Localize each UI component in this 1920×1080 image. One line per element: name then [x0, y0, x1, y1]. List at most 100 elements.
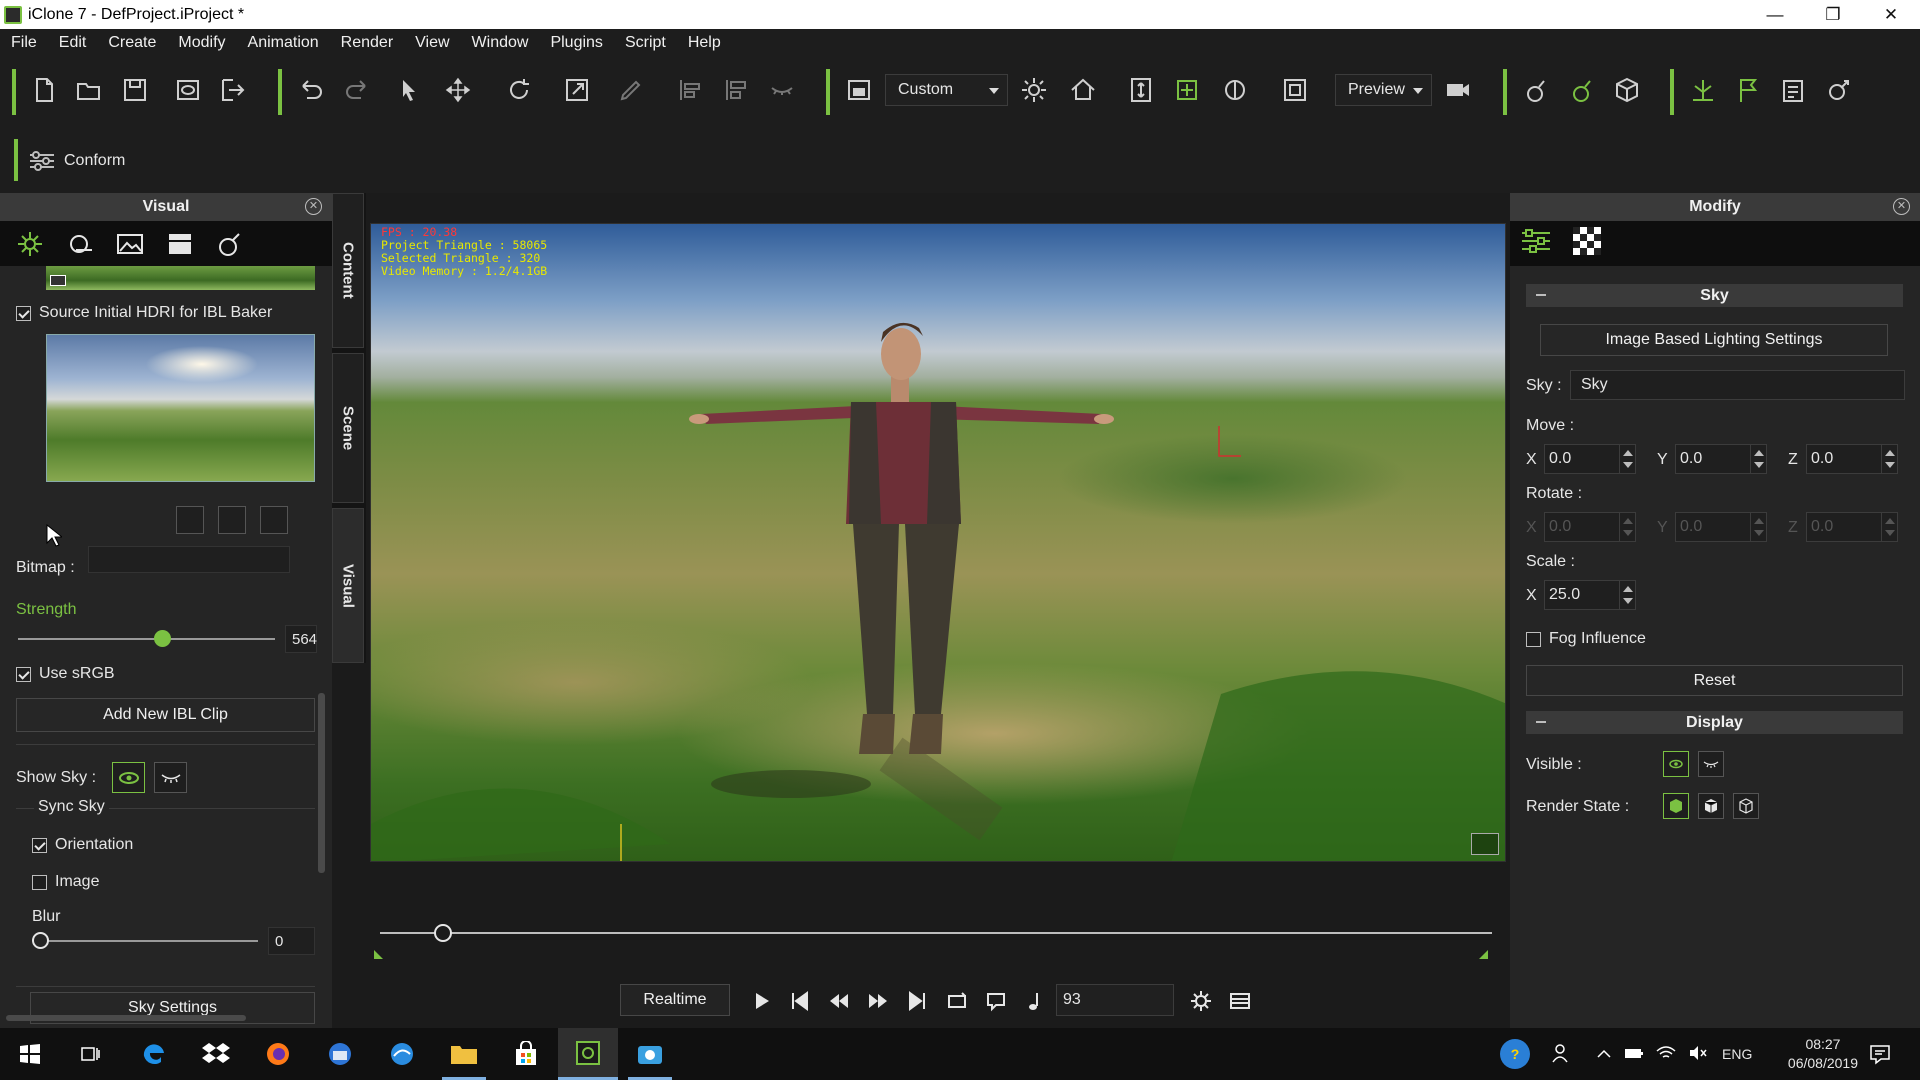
- windows-start-icon[interactable]: [0, 1028, 60, 1080]
- orbit-icon[interactable]: [1218, 73, 1252, 107]
- menu-modify[interactable]: Modify: [167, 34, 236, 52]
- show-hidden-icons-chevron-icon[interactable]: [1596, 1046, 1612, 1062]
- blur-value-field[interactable]: 0: [268, 927, 315, 955]
- image-row[interactable]: Image: [32, 873, 99, 891]
- settings-gizmo-icon[interactable]: [1822, 73, 1856, 107]
- image-checkbox[interactable]: [32, 874, 47, 890]
- camera-combo[interactable]: Custom: [885, 74, 1008, 106]
- play-icon[interactable]: [746, 986, 776, 1016]
- realtime-button[interactable]: Realtime: [620, 984, 730, 1016]
- motion-green-icon[interactable]: [1564, 73, 1598, 107]
- strength-slider-knob[interactable]: [154, 630, 171, 647]
- render-state-solid-button[interactable]: [1663, 793, 1689, 819]
- move-z-field[interactable]: 0.0: [1806, 444, 1898, 474]
- visible-on-button[interactable]: [1663, 751, 1689, 777]
- character-pose-icon[interactable]: [1518, 73, 1552, 107]
- fog-influence-row[interactable]: Fog Influence: [1526, 630, 1646, 648]
- tab-visual[interactable]: Visual: [332, 508, 364, 663]
- spin-arrows-icon[interactable]: [1750, 445, 1766, 473]
- app-swift-icon[interactable]: [372, 1028, 432, 1080]
- file-explorer-icon[interactable]: [434, 1028, 494, 1080]
- go-to-end-icon[interactable]: [902, 986, 932, 1016]
- sky-name-field[interactable]: Sky: [1570, 370, 1905, 400]
- layout-icon[interactable]: [842, 73, 876, 107]
- environment-tab-icon[interactable]: [162, 226, 198, 262]
- visual-panel-hscrollbar[interactable]: [6, 1015, 246, 1021]
- preview-eye-icon[interactable]: [171, 73, 205, 107]
- attributes-tab-icon[interactable]: [1520, 226, 1552, 261]
- loop-icon[interactable]: [942, 986, 972, 1016]
- show-sky-on-button[interactable]: [112, 762, 145, 793]
- display-section-header[interactable]: Display: [1526, 711, 1903, 734]
- next-frame-icon[interactable]: [863, 986, 893, 1016]
- tab-content[interactable]: Content: [332, 193, 364, 348]
- move-y-field[interactable]: 0.0: [1675, 444, 1767, 474]
- time-settings-icon[interactable]: [1186, 986, 1216, 1016]
- dropbox-icon[interactable]: [186, 1028, 246, 1080]
- home-camera-icon[interactable]: [1066, 73, 1100, 107]
- post-effect-tab-icon[interactable]: [212, 226, 248, 262]
- light-icon[interactable]: [1017, 73, 1051, 107]
- menu-create[interactable]: Create: [97, 34, 167, 52]
- minimize-button[interactable]: —: [1746, 0, 1804, 29]
- material-checker-tab-icon[interactable]: [1572, 226, 1602, 261]
- scale-x-field[interactable]: 25.0: [1544, 580, 1636, 610]
- timeline-playhead[interactable]: [434, 924, 452, 942]
- firefox-icon[interactable]: [248, 1028, 308, 1080]
- timeline-start-marker[interactable]: [374, 950, 383, 959]
- action-center-icon[interactable]: [1850, 1028, 1910, 1080]
- help-icon[interactable]: ?: [1500, 1039, 1530, 1069]
- orientation-checkbox[interactable]: [32, 837, 47, 853]
- redo-icon[interactable]: [340, 73, 374, 107]
- mesh-cube-icon[interactable]: [1610, 73, 1644, 107]
- frame-selected-icon[interactable]: [1278, 73, 1312, 107]
- thunderbird-icon[interactable]: [310, 1028, 370, 1080]
- source-hdri-checkbox-row[interactable]: Source Initial HDRI for IBL Baker: [16, 304, 272, 322]
- source-hdri-checkbox[interactable]: [16, 305, 31, 321]
- ibl-clip-thumbnail[interactable]: [46, 266, 315, 290]
- atmosphere-tab-icon[interactable]: [62, 226, 98, 262]
- task-view-icon[interactable]: [60, 1028, 120, 1080]
- align-icon[interactable]: [673, 73, 707, 107]
- render-video-icon[interactable]: [1441, 73, 1475, 107]
- edge-browser-icon[interactable]: [124, 1028, 184, 1080]
- use-srgb-row[interactable]: Use sRGB: [16, 665, 115, 683]
- clipboard-icon[interactable]: [1776, 73, 1810, 107]
- ibl-settings-button[interactable]: Image Based Lighting Settings: [1540, 324, 1888, 356]
- menu-render[interactable]: Render: [330, 34, 404, 52]
- battery-icon[interactable]: [1624, 1046, 1644, 1063]
- select-arrow-icon[interactable]: [392, 73, 426, 107]
- fit-vertical-icon[interactable]: [1124, 73, 1158, 107]
- spin-arrows-icon[interactable]: [1619, 445, 1635, 473]
- export-icon[interactable]: [216, 73, 250, 107]
- sky-section-header[interactable]: Sky: [1526, 284, 1903, 307]
- blur-slider-track[interactable]: [40, 940, 258, 942]
- tab-scene[interactable]: Scene: [332, 353, 364, 503]
- visual-panel-scrollbar[interactable]: [318, 693, 325, 873]
- wifi-icon[interactable]: [1656, 1045, 1676, 1064]
- menu-help[interactable]: Help: [677, 34, 732, 52]
- show-sky-off-button[interactable]: [154, 762, 187, 793]
- conform-button[interactable]: Conform: [28, 149, 125, 173]
- people-icon[interactable]: [1552, 1042, 1574, 1067]
- visible-off-button[interactable]: [1698, 751, 1724, 777]
- grid-hdri-button[interactable]: [260, 506, 288, 534]
- menu-animation[interactable]: Animation: [237, 34, 330, 52]
- hide-icon[interactable]: [765, 73, 799, 107]
- move-icon[interactable]: [441, 73, 475, 107]
- pivot-green-icon[interactable]: [1170, 73, 1204, 107]
- distribute-icon[interactable]: [719, 73, 753, 107]
- menu-plugins[interactable]: Plugins: [539, 34, 613, 52]
- add-ibl-clip-button[interactable]: Add New IBL Clip: [16, 698, 315, 732]
- music-note-icon[interactable]: [1020, 986, 1050, 1016]
- rotate-icon[interactable]: [502, 73, 536, 107]
- menu-window[interactable]: Window: [461, 34, 540, 52]
- scale-icon[interactable]: [560, 73, 594, 107]
- fog-influence-checkbox[interactable]: [1526, 631, 1541, 647]
- menu-edit[interactable]: Edit: [48, 34, 98, 52]
- render-state-faceted-button[interactable]: [1698, 793, 1724, 819]
- close-icon[interactable]: ✕: [305, 198, 322, 215]
- menu-view[interactable]: View: [404, 34, 460, 52]
- blur-slider-knob[interactable]: [32, 932, 49, 949]
- restore-button[interactable]: ❐: [1804, 0, 1862, 29]
